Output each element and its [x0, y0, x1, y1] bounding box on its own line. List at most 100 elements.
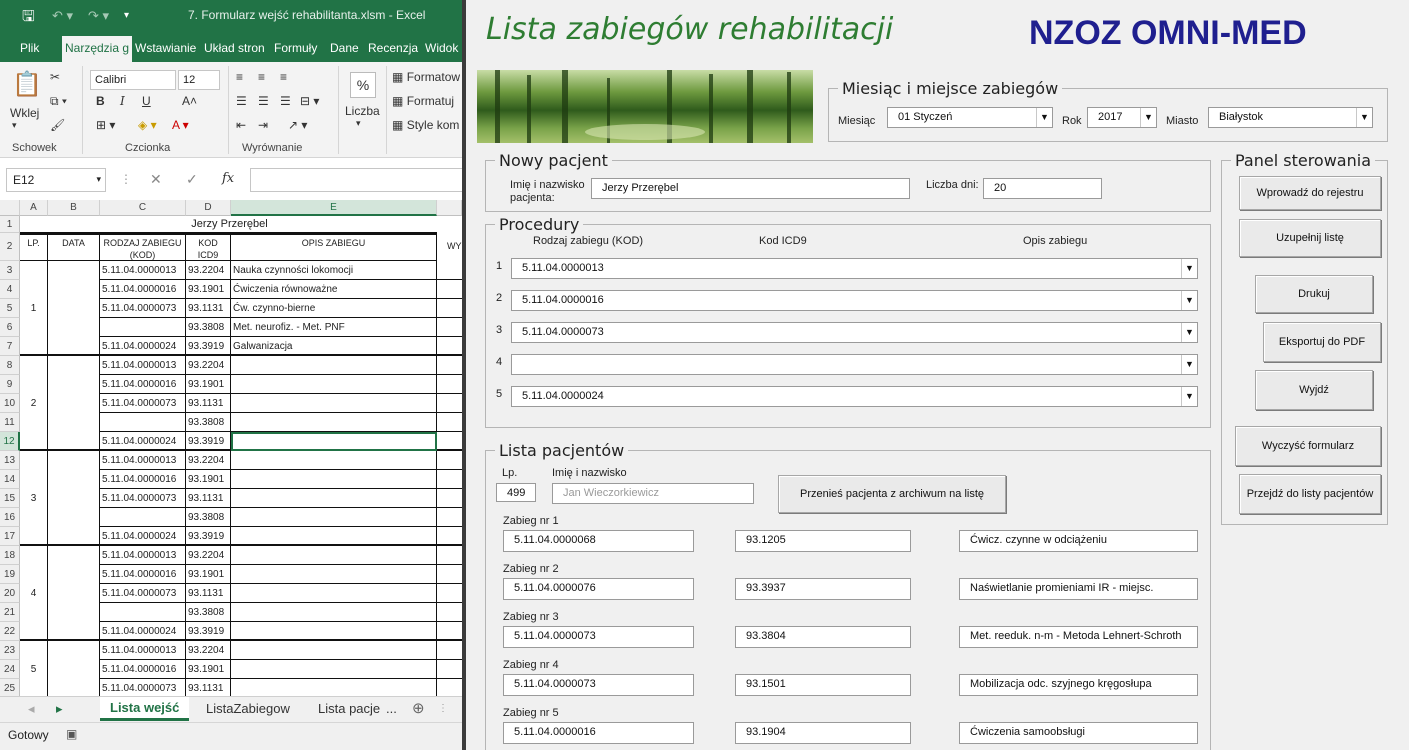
- cell-kod-zabiegu[interactable]: 5.11.04.0000013: [100, 356, 186, 375]
- align-top-icon[interactable]: ≡: [236, 70, 243, 84]
- cell-extra[interactable]: [437, 432, 462, 451]
- macro-record-icon[interactable]: ▣: [66, 727, 77, 741]
- save-icon[interactable]: 🖫: [22, 6, 35, 31]
- chevron-down-icon[interactable]: ▼: [1181, 291, 1197, 310]
- select-all-corner[interactable]: [0, 200, 20, 216]
- font-name-box[interactable]: Calibri: [90, 70, 176, 90]
- cut-icon[interactable]: ✂: [50, 70, 60, 84]
- cell-extra[interactable]: [437, 622, 462, 641]
- cell-icd9[interactable]: 93.2204: [186, 546, 231, 565]
- treatment-code-input[interactable]: 5.11.04.0000076: [503, 578, 694, 600]
- cell-icd9[interactable]: 93.1131: [186, 489, 231, 508]
- move-from-archive-button[interactable]: Przenieś pacjenta z archiwum na listę: [778, 475, 1006, 513]
- cell-kod-zabiegu[interactable]: 5.11.04.0000073: [100, 299, 186, 318]
- cell-kod-zabiegu[interactable]: 5.11.04.0000024: [100, 337, 186, 356]
- clear-form-button[interactable]: Wyczyść formularz: [1235, 426, 1381, 466]
- cell-icd9[interactable]: 93.1901: [186, 470, 231, 489]
- column-header[interactable]: C: [100, 200, 186, 216]
- days-input[interactable]: 20: [983, 178, 1102, 199]
- header-lp[interactable]: LP.: [20, 233, 48, 261]
- cell-opis[interactable]: [231, 584, 437, 603]
- align-right-icon[interactable]: ☰: [280, 94, 291, 108]
- cell-extra[interactable]: [437, 356, 462, 375]
- row-header[interactable]: 4: [0, 280, 20, 299]
- paste-dropdown-icon[interactable]: ▾: [12, 120, 17, 131]
- align-middle-icon[interactable]: ≡: [258, 70, 265, 84]
- cell-icd9[interactable]: 93.2204: [186, 641, 231, 660]
- percent-button[interactable]: %: [350, 72, 376, 98]
- treatment-desc-input[interactable]: Naświetlanie promieniami IR - miejsc.: [959, 578, 1198, 600]
- tab-widok[interactable]: Widok: [425, 41, 458, 55]
- column-header[interactable]: D: [186, 200, 231, 216]
- header-extra[interactable]: WY: [437, 241, 462, 261]
- paste-label[interactable]: Wklej: [10, 106, 39, 120]
- row-header[interactable]: 11: [0, 413, 20, 432]
- row-header[interactable]: 15: [0, 489, 20, 508]
- cell-kod-zabiegu[interactable]: 5.11.04.0000073: [100, 394, 186, 413]
- row-header[interactable]: 24: [0, 660, 20, 679]
- row-header[interactable]: 6: [0, 318, 20, 337]
- cell-opis[interactable]: [231, 451, 437, 470]
- lp-input[interactable]: 499: [496, 483, 536, 502]
- grow-font-icon[interactable]: A˄: [182, 94, 197, 108]
- underline-button[interactable]: U: [142, 94, 151, 108]
- cell-lp[interactable]: 5: [20, 641, 48, 696]
- add-sheet-icon[interactable]: ⊕: [412, 699, 425, 717]
- treatment-icd-input[interactable]: 93.1501: [735, 674, 911, 696]
- treatment-icd-input[interactable]: 93.3804: [735, 626, 911, 648]
- font-size-box[interactable]: 12: [178, 70, 220, 90]
- row-header[interactable]: 25: [0, 679, 20, 696]
- number-dropdown-icon[interactable]: ▾: [356, 118, 361, 129]
- cell-kod-zabiegu[interactable]: 5.11.04.0000073: [100, 679, 186, 696]
- export-pdf-button[interactable]: Eksportuj do PDF: [1263, 322, 1381, 362]
- cell-extra[interactable]: [437, 641, 462, 660]
- redo-icon[interactable]: ↷ ▾: [88, 8, 109, 24]
- cell-opis[interactable]: [231, 641, 437, 660]
- row-header[interactable]: 21: [0, 603, 20, 622]
- cell-extra[interactable]: [437, 337, 462, 356]
- column-header[interactable]: B: [48, 200, 100, 216]
- cell-opis[interactable]: Nauka czynności lokomocji: [231, 261, 437, 280]
- row-header[interactable]: 19: [0, 565, 20, 584]
- cell-extra[interactable]: [437, 299, 462, 318]
- cell-extra[interactable]: [437, 489, 462, 508]
- name-box-dropdown-icon[interactable]: ▾: [96, 174, 101, 185]
- header-data[interactable]: DATA: [48, 233, 100, 261]
- cell-icd9[interactable]: 93.3919: [186, 622, 231, 641]
- row-header[interactable]: 2: [0, 233, 20, 261]
- row-header[interactable]: 22: [0, 622, 20, 641]
- cell-icd9[interactable]: 93.2204: [186, 261, 231, 280]
- cell-icd9[interactable]: 93.1901: [186, 280, 231, 299]
- cell-kod-zabiegu[interactable]: 5.11.04.0000013: [100, 546, 186, 565]
- cell-extra[interactable]: [437, 584, 462, 603]
- cell-kod-zabiegu[interactable]: [100, 508, 186, 527]
- cell-lp[interactable]: 3: [20, 451, 48, 546]
- cell-lp[interactable]: 1: [20, 261, 48, 356]
- tab-uklad-strony[interactable]: Układ stron: [204, 41, 265, 55]
- list-name-input[interactable]: Jan Wieczorkiewicz: [552, 483, 754, 504]
- goto-patients-list-button[interactable]: Przejdź do listy pacjentów: [1239, 474, 1381, 514]
- treatment-code-input[interactable]: 5.11.04.0000068: [503, 530, 694, 552]
- cell-extra[interactable]: [437, 451, 462, 470]
- cell-kod-zabiegu[interactable]: 5.11.04.0000013: [100, 261, 186, 280]
- cell-data[interactable]: [48, 641, 100, 696]
- cell-extra[interactable]: [437, 603, 462, 622]
- cell-kod-zabiegu[interactable]: 5.11.04.0000013: [100, 451, 186, 470]
- cell-kod-zabiegu[interactable]: [100, 603, 186, 622]
- italic-button[interactable]: I: [120, 94, 125, 108]
- cell-opis[interactable]: [231, 489, 437, 508]
- scroll-tabs-left-icon[interactable]: ◂: [28, 701, 35, 717]
- procedure-select-4[interactable]: ▼: [511, 354, 1198, 375]
- year-select[interactable]: 2017 ▼: [1087, 107, 1157, 128]
- column-header[interactable]: [437, 200, 462, 216]
- cell-kod-zabiegu[interactable]: 5.11.04.0000016: [100, 470, 186, 489]
- cell-icd9[interactable]: 93.1131: [186, 299, 231, 318]
- cell-icd9[interactable]: 93.2204: [186, 356, 231, 375]
- cell-extra[interactable]: [437, 527, 462, 546]
- cell-icd9[interactable]: 93.1901: [186, 565, 231, 584]
- header-rodzaj[interactable]: RODZAJ ZABIEGU (KOD): [100, 233, 186, 261]
- row-header[interactable]: 3: [0, 261, 20, 280]
- tab-narzedzia-glowne[interactable]: Narzędzia g: [62, 36, 133, 62]
- cell-kod-zabiegu[interactable]: [100, 318, 186, 337]
- column-header[interactable]: E: [231, 200, 437, 216]
